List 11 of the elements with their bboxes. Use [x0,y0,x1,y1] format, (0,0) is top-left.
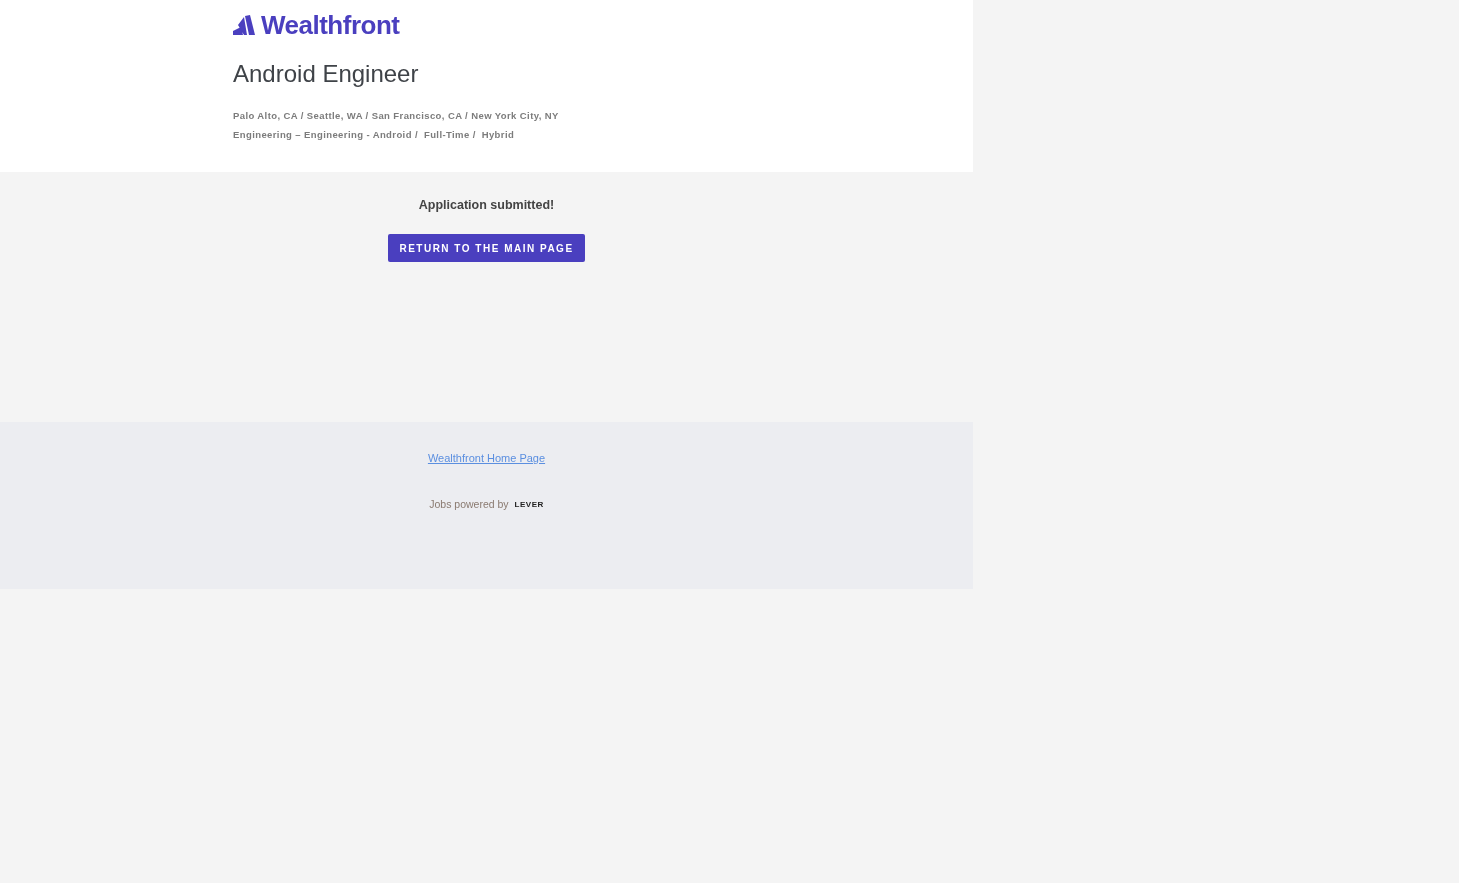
job-category: Hybrid [481,128,515,142]
job-category: Full-Time / [423,128,476,142]
logo-wordmark: Wealthfront [261,9,400,41]
lever-logo[interactable]: LEVER [514,499,544,509]
job-locations: Palo Alto, CA / Seattle, WA / San Francisco, CA / New York City, NY [233,109,559,123]
return-button[interactable]: RETURN TO THE MAIN PAGE [388,234,585,262]
logo-icon [233,15,256,35]
confirmation-message: Application submitted! [418,198,555,212]
powered-by-text: Jobs powered by [429,498,509,510]
job-category: Engineering – Engineering - Android / [233,128,418,142]
job-title: Android Engineer [233,60,420,88]
